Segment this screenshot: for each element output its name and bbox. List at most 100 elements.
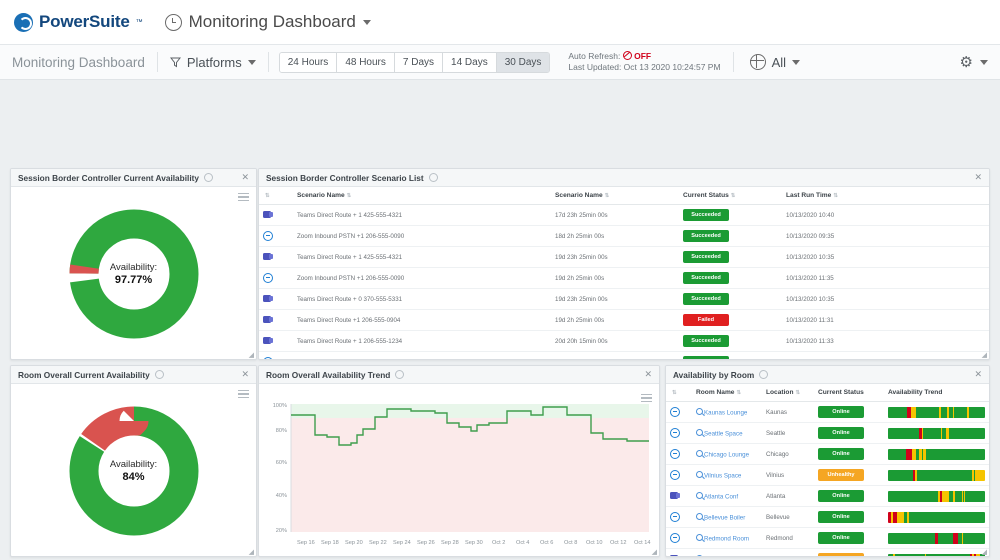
chevron-down-icon[interactable] <box>248 60 256 65</box>
chevron-down-icon[interactable] <box>792 60 800 65</box>
close-icon[interactable]: ✕ <box>241 173 249 182</box>
range-button-7d[interactable]: 7 Days <box>395 53 443 72</box>
cell-trend <box>884 507 989 528</box>
row-platform-icon <box>666 444 692 465</box>
close-icon[interactable]: ✕ <box>974 370 982 379</box>
funnel-icon <box>170 57 181 68</box>
col-room-name[interactable]: Room Name⇅ <box>692 384 762 402</box>
cell-room-name[interactable]: Atlanta Conf <box>692 486 762 507</box>
col-current-status[interactable]: Current Status⇅ <box>679 187 782 205</box>
resize-handle[interactable] <box>246 351 254 359</box>
col-location[interactable]: Location⇅ <box>762 384 814 402</box>
info-icon[interactable] <box>429 173 438 182</box>
col-icon[interactable]: ⇅ <box>259 187 293 205</box>
teams-icon <box>263 253 271 260</box>
table-row[interactable]: Zoom Inbound PSTN +1 206-555-0090 18d 2h… <box>259 226 989 247</box>
cell-status: Unhealthy <box>814 549 884 558</box>
info-icon[interactable] <box>204 173 213 182</box>
close-icon[interactable]: ✕ <box>644 370 652 379</box>
range-button-14d[interactable]: 14 Days <box>443 53 497 72</box>
resize-handle[interactable] <box>246 548 254 556</box>
svg-text:60%: 60% <box>276 460 287 466</box>
status-badge: Online <box>818 490 864 502</box>
svg-text:Oct 8: Oct 8 <box>564 540 577 546</box>
cell-scenario-name: Zoom Inbound PSTN +1 206-555-0090 <box>293 226 551 247</box>
table-row[interactable]: Seattle Space Seattle Online <box>666 423 989 444</box>
chevron-down-icon[interactable] <box>363 20 371 25</box>
cell-room-name[interactable]: Redmond Room <box>692 528 762 549</box>
powersuite-logo-icon <box>14 13 33 32</box>
settings-group[interactable]: ⚙ <box>960 55 988 70</box>
table-row[interactable]: Teams Direct Route + 1 206-555-1234 20d … <box>259 331 989 352</box>
brand-logo[interactable]: PowerSuite ™ <box>14 12 143 32</box>
monitoring-dashboard-app: PowerSuite ™ Monitoring Dashboard Monito… <box>0 0 1000 560</box>
table-row[interactable]: Bellevue Boiler Bellevue Online <box>666 507 989 528</box>
range-button-48h[interactable]: 48 Hours <box>337 53 395 72</box>
resize-handle[interactable] <box>979 351 987 359</box>
cell-room-name[interactable]: Seattle Space <box>692 423 762 444</box>
cell-room-name[interactable]: Bellevue Boiler <box>692 507 762 528</box>
table-row[interactable]: Atlanta Conf Atlanta Online <box>666 486 989 507</box>
table-row[interactable]: Teams Direct Route + 1 425-555-4321 17d … <box>259 205 989 226</box>
scope-filter[interactable]: All <box>750 54 800 70</box>
brand-name: PowerSuite <box>39 12 130 32</box>
info-icon[interactable] <box>155 370 164 379</box>
teams-icon <box>263 316 271 323</box>
last-updated-text: Last Updated: Oct 13 2020 10:24:57 PM <box>568 62 720 73</box>
row-platform-icon <box>666 423 692 444</box>
platforms-filter[interactable]: Platforms <box>158 55 268 70</box>
hamburger-menu-icon[interactable] <box>238 390 249 400</box>
hamburger-menu-icon[interactable] <box>641 394 652 404</box>
cell-scenario-name: Teams Direct Route +1 206-555-0904 <box>293 310 551 331</box>
table-row[interactable]: Kaunas Lounge Kaunas Online <box>666 402 989 423</box>
table-row[interactable]: Vilnius Space Vilnius Unhealthy <box>666 465 989 486</box>
cell-room-name[interactable]: Kirkland Room <box>692 549 762 558</box>
cell-room-name[interactable]: Chicago Lounge <box>692 444 762 465</box>
cell-location: Kaunas <box>762 402 814 423</box>
teams-icon <box>670 492 678 499</box>
availability-trend-bar <box>888 428 985 439</box>
info-icon[interactable] <box>759 370 768 379</box>
panel-title: Room Overall Current Availability <box>18 370 150 380</box>
clock-icon <box>165 14 182 31</box>
table-row[interactable]: Zoom Inbound PSTN +1 206-555-0090 19d 2h… <box>259 268 989 289</box>
table-row[interactable]: Redmond Room Redmond Online <box>666 528 989 549</box>
col-current-status: Current Status <box>814 384 884 402</box>
cell-room-name[interactable]: Vilnius Space <box>692 465 762 486</box>
panel-scenario-list: Session Border Controller Scenario List … <box>258 168 990 360</box>
table-row[interactable]: Kirkland Room Kirkland Unhealthy <box>666 549 989 558</box>
table-row[interactable]: Teams Direct Route + 0 370-555-5331 19d … <box>259 289 989 310</box>
resize-handle[interactable] <box>649 548 657 556</box>
table-row[interactable]: Chicago Lounge Chicago Online <box>666 444 989 465</box>
range-button-30d[interactable]: 30 Days <box>497 53 550 72</box>
cell-room-name[interactable]: Kaunas Lounge <box>692 402 762 423</box>
status-badge: Unhealthy <box>818 553 864 557</box>
cell-location: Chicago <box>762 444 814 465</box>
row-platform-icon <box>259 205 293 226</box>
page-title: Monitoring Dashboard <box>189 12 356 32</box>
col-scenario-name[interactable]: Scenario Name⇅ <box>293 187 551 205</box>
cell-trend <box>884 528 989 549</box>
svg-text:Sep 30: Sep 30 <box>465 540 483 546</box>
close-icon[interactable]: ✕ <box>974 173 982 182</box>
col-icon[interactable]: ⇅ <box>666 384 692 402</box>
panel-title: Availability by Room <box>673 370 754 380</box>
col-last-run-time[interactable]: Last Run Time⇅ <box>782 187 989 205</box>
info-icon[interactable] <box>395 370 404 379</box>
scenario-table-body: Teams Direct Route + 1 425-555-4321 17d … <box>259 205 989 361</box>
resize-handle[interactable] <box>979 548 987 556</box>
cell-location: Kirkland <box>762 549 814 558</box>
chevron-down-icon[interactable] <box>980 60 988 65</box>
cell-location: Redmond <box>762 528 814 549</box>
close-icon[interactable]: ✕ <box>241 370 249 379</box>
gear-icon[interactable]: ⚙ <box>960 55 973 70</box>
page-title-menu[interactable]: Monitoring Dashboard <box>165 12 371 32</box>
hamburger-menu-icon[interactable] <box>238 193 249 203</box>
table-row[interactable]: Teams Direct Route + 1 425-555-4321 19d … <box>259 247 989 268</box>
zoom-icon <box>263 231 273 241</box>
range-button-24h[interactable]: 24 Hours <box>280 53 338 72</box>
col-scenario-duration[interactable]: Scenario Name⇅ <box>551 187 679 205</box>
table-row[interactable]: Teams Direct Route +1 206-555-0904 19d 2… <box>259 310 989 331</box>
table-row[interactable]: Zoom Inbound PSTN +1 123-555-0808 19d 22… <box>259 352 989 361</box>
panel-title: Session Border Controller Current Availa… <box>18 173 199 183</box>
